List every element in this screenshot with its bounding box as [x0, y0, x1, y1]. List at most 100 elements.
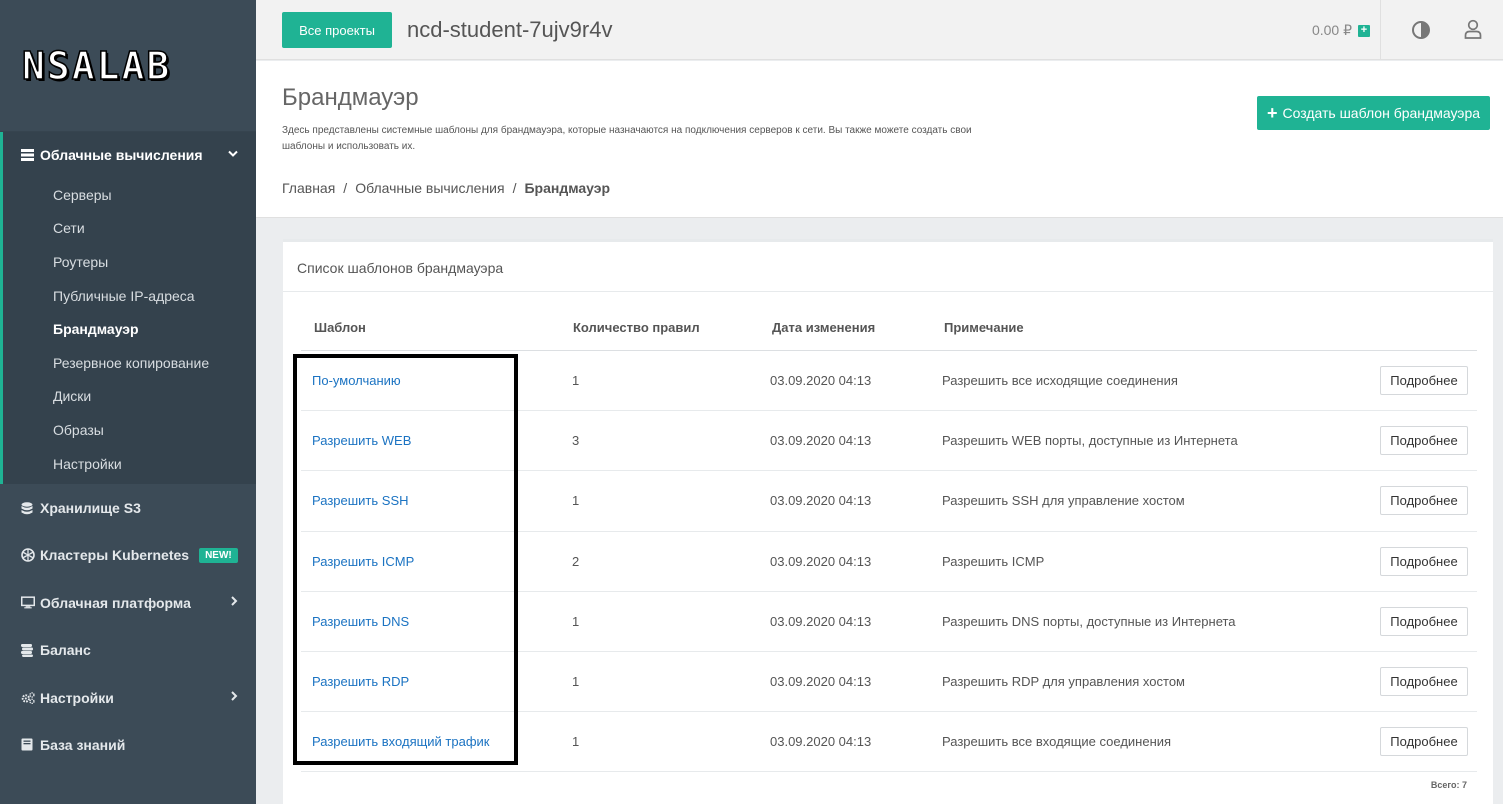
table-header: Шаблон Количество правил Дата изменения … — [301, 312, 1477, 351]
create-firewall-template-button[interactable]: + Создать шаблон брандмауэра — [1257, 96, 1490, 130]
template-link[interactable]: Разрешить WEB — [312, 433, 411, 448]
user-icon[interactable] — [1464, 19, 1482, 44]
template-link[interactable]: Разрешить SSH — [312, 493, 409, 508]
breadcrumb-current: Брандмауэр — [524, 180, 611, 196]
breadcrumb-cloud[interactable]: Облачные вычисления — [355, 180, 504, 196]
modified-date: 03.09.2020 04:13 — [770, 373, 872, 388]
column-header-rules: Количество правил — [573, 320, 700, 335]
sidebar-item-backup[interactable]: Резервное копирование — [3, 346, 256, 380]
sidebar-item-images[interactable]: Образы — [3, 413, 256, 447]
rules-count: 3 — [572, 433, 580, 449]
nav-cloud-computing-label: Облачные вычисления — [40, 147, 203, 163]
chevron-right-icon — [230, 595, 238, 609]
table-row: Разрешить SSH 1 03.09.2020 04:13 Разреши… — [301, 471, 1477, 532]
nav-cloud-computing[interactable]: Облачные вычисления — [3, 132, 256, 178]
nav-knowledge-base-label: База знаний — [40, 736, 126, 753]
modified-date: 03.09.2020 04:13 — [770, 433, 872, 449]
nav-cloud-platform[interactable]: Облачная платформа — [0, 579, 256, 626]
table-row: Разрешить WEB 3 03.09.2020 04:13 Разреши… — [301, 411, 1477, 472]
plus-icon: + — [1266, 103, 1278, 123]
breadcrumb: Главная / Облачные вычисления / Брандмау… — [282, 180, 610, 196]
balance-value: 0.00 ₽ — [1311, 22, 1352, 38]
rules-count: 1 — [572, 613, 580, 629]
page-description: Здесь представлены системные шаблоны для… — [282, 125, 972, 152]
template-link[interactable]: По-умолчанию — [312, 373, 401, 388]
table-row: Разрешить RDP 1 03.09.2020 04:13 Разреши… — [301, 652, 1477, 713]
template-note: Разрешить все входящие соединения — [942, 734, 1172, 750]
details-button[interactable]: Подробнее — [1380, 366, 1468, 395]
sidebar-item-public-ips[interactable]: Публичные IP-адреса — [3, 279, 256, 313]
nav-balance[interactable]: Баланс — [0, 627, 256, 674]
rules-count: 1 — [572, 734, 580, 750]
nav-s3-storage[interactable]: Хранилище S3 — [0, 484, 256, 531]
template-note: Разрешить все исходящие соединения — [942, 373, 1178, 388]
chevron-right-icon — [230, 690, 238, 704]
page-header: Брандмауэр Здесь представлены системные … — [256, 61, 1503, 218]
add-funds-icon[interactable]: + — [1358, 24, 1370, 37]
topbar-divider — [1380, 0, 1381, 60]
sidebar-item-routers[interactable]: Роутеры — [3, 245, 256, 279]
rules-count: 1 — [572, 493, 580, 509]
nav-settings[interactable]: Настройки — [0, 674, 256, 721]
details-button[interactable]: Подробнее — [1380, 727, 1468, 757]
column-header-date: Дата изменения — [772, 320, 876, 335]
nav-knowledge-base[interactable]: База знаний — [0, 721, 256, 768]
template-note: Разрешить ICMP — [942, 553, 1045, 569]
balance[interactable]: 0.00 ₽ + — [1312, 22, 1370, 39]
template-link[interactable]: Разрешить входящий трафик — [312, 734, 490, 749]
breadcrumb-home[interactable]: Главная — [282, 180, 335, 196]
server-icon — [21, 149, 35, 161]
sidebar-item-servers[interactable]: Серверы — [3, 178, 256, 212]
nav-settings-label: Настройки — [40, 689, 114, 706]
modified-date: 03.09.2020 04:13 — [770, 493, 872, 509]
total-count: Всего: 7 — [1430, 780, 1467, 790]
table-row: Разрешить входящий трафик 1 03.09.2020 0… — [301, 712, 1477, 773]
table-row: Разрешить ICMP 2 03.09.2020 04:13 Разреш… — [301, 532, 1477, 592]
card-title: Список шаблонов брандмауэра — [297, 260, 504, 276]
monitor-icon — [21, 596, 35, 609]
all-projects-button[interactable]: Все проекты — [282, 12, 392, 48]
details-button[interactable]: Подробнее — [1380, 546, 1468, 576]
breadcrumb-separator: / — [512, 180, 517, 196]
sidebar-item-networks[interactable]: Сети — [3, 212, 256, 246]
templates-card: Список шаблонов брандмауэра Шаблон Колич… — [283, 239, 1493, 804]
theme-toggle-icon[interactable] — [1411, 20, 1431, 45]
sidebar-item-disks[interactable]: Диски — [3, 380, 256, 414]
nav-group-cloud: Облачные вычисления Серверы Сети Роутеры… — [0, 132, 256, 485]
details-button[interactable]: Подробнее — [1380, 486, 1468, 516]
logo-area: NSALAB — [0, 0, 256, 132]
database-icon — [21, 501, 35, 515]
book-icon — [21, 738, 35, 751]
nav-cloud-platform-label: Облачная платформа — [40, 594, 191, 611]
nav-s3-storage-label: Хранилище S3 — [40, 500, 141, 517]
template-note: Разрешить SSH для управление хостом — [942, 493, 1185, 509]
details-button[interactable]: Подробнее — [1380, 667, 1468, 696]
modified-date: 03.09.2020 04:13 — [770, 734, 872, 750]
details-button[interactable]: Подробнее — [1380, 606, 1468, 636]
chevron-down-icon — [228, 147, 238, 161]
rules-count: 2 — [572, 553, 580, 569]
nav-kubernetes[interactable]: Кластеры Kubernetes NEW! — [0, 532, 256, 579]
nav-balance-label: Баланс — [40, 642, 91, 659]
table-row: Разрешить DNS 1 03.09.2020 04:13 Разреши… — [301, 592, 1477, 652]
page-title: Брандмауэр — [282, 84, 419, 111]
template-note: Разрешить RDP для управления хостом — [942, 674, 1185, 689]
sidebar-item-settings[interactable]: Настройки — [3, 447, 256, 481]
template-link[interactable]: Разрешить ICMP — [312, 554, 414, 569]
cogs-icon — [21, 691, 35, 705]
new-badge: NEW! — [199, 547, 238, 563]
logo[interactable]: NSALAB — [21, 43, 171, 89]
card-divider — [283, 291, 1493, 292]
sidebar-item-firewall[interactable]: Брандмауэр — [3, 312, 256, 346]
template-link[interactable]: Разрешить DNS — [312, 614, 409, 629]
details-button[interactable]: Подробнее — [1380, 426, 1468, 456]
modified-date: 03.09.2020 04:13 — [770, 553, 872, 569]
template-link[interactable]: Разрешить RDP — [312, 674, 409, 689]
template-note: Разрешить WEB порты, доступные из Интерн… — [942, 433, 1238, 449]
topbar: Все проекты ncd-student-7ujv9r4v 0.00 ₽ … — [256, 0, 1503, 60]
modified-date: 03.09.2020 04:13 — [770, 674, 872, 689]
column-header-template: Шаблон — [314, 320, 366, 335]
kubernetes-icon — [21, 548, 35, 563]
table-row: По-умолчанию 1 03.09.2020 04:13 Разрешит… — [301, 351, 1477, 412]
template-note: Разрешить DNS порты, доступные из Интерн… — [942, 613, 1236, 629]
